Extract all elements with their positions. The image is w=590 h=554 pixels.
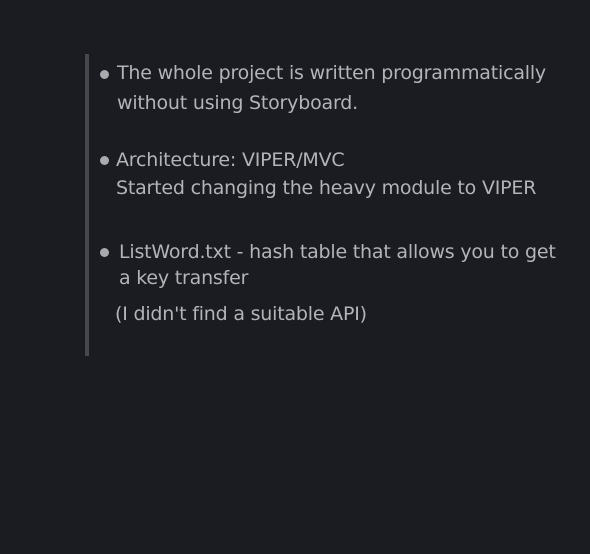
notes-page: The whole project is written programmati…	[0, 0, 590, 554]
list-item-3-line-1: ListWord.txt - hash table that allows yo…	[119, 241, 556, 263]
bullet-icon	[100, 70, 109, 79]
list-item-1-line-2: without using Storyboard.	[117, 92, 358, 114]
blockquote-bar	[85, 54, 89, 356]
bullet-icon	[100, 248, 109, 257]
list-item-3-note: (I didn't find a suitable API)	[115, 303, 367, 325]
list-item-1-line-1: The whole project is written programmati…	[117, 62, 546, 84]
list-item-3-line-2: a key transfer	[119, 267, 249, 289]
list-item-2-line-1: Architecture: VIPER/MVC	[116, 149, 345, 171]
list-item-2-line-2: Started changing the heavy module to VIP…	[116, 177, 537, 199]
bullet-icon	[100, 156, 109, 165]
